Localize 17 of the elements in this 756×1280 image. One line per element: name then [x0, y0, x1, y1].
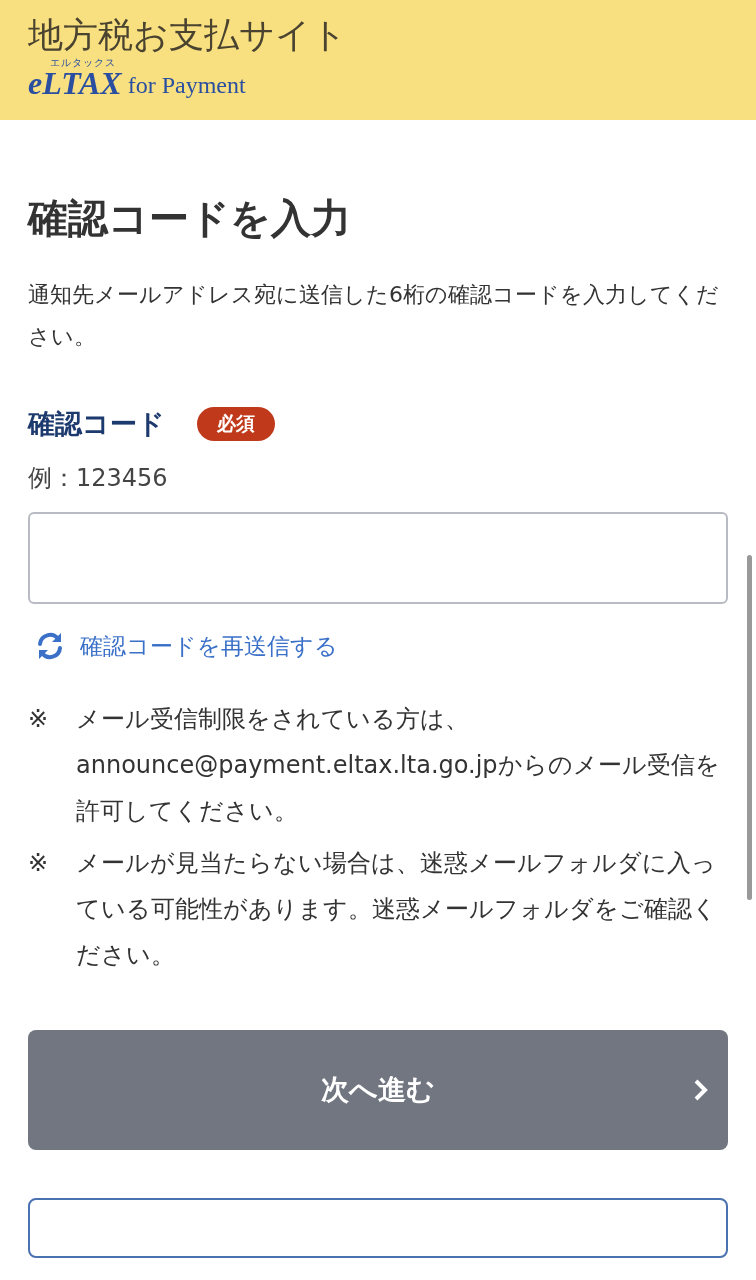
note-text: メールが見当たらない場合は、迷惑メールフォルダに入っている可能性があります。迷惑メールフォルダをご確認ください。 [76, 848, 718, 971]
note-text: メール受信制限をされている方は、announce@payment.eltax.lta.go.jpからのメール受信を許可してください。 [76, 704, 721, 827]
chevron-icon [692, 1078, 710, 1102]
field-hint: 例：123456 [28, 463, 169, 494]
note-mark: ※ [28, 704, 50, 735]
field-label: 確認コード [28, 407, 165, 441]
logo-kana: エルタックス [50, 58, 116, 68]
site-title: 地方税お支払サイト [28, 14, 348, 56]
description: 通知先メールアドレス宛に送信した6桁の確認コードを入力してください。 [28, 281, 720, 351]
secondary-button[interactable] [28, 1198, 728, 1258]
logo-brand: eLTAX [28, 68, 122, 98]
resend-link[interactable]: 確認コードを再送信する [34, 630, 338, 662]
logo-suffix: for Payment [127, 72, 246, 98]
note-mark: ※ [28, 848, 50, 879]
required-badge: 必須 [197, 407, 275, 441]
code-input-field[interactable] [28, 512, 728, 604]
page-title: 確認コードを入力 [28, 194, 352, 243]
